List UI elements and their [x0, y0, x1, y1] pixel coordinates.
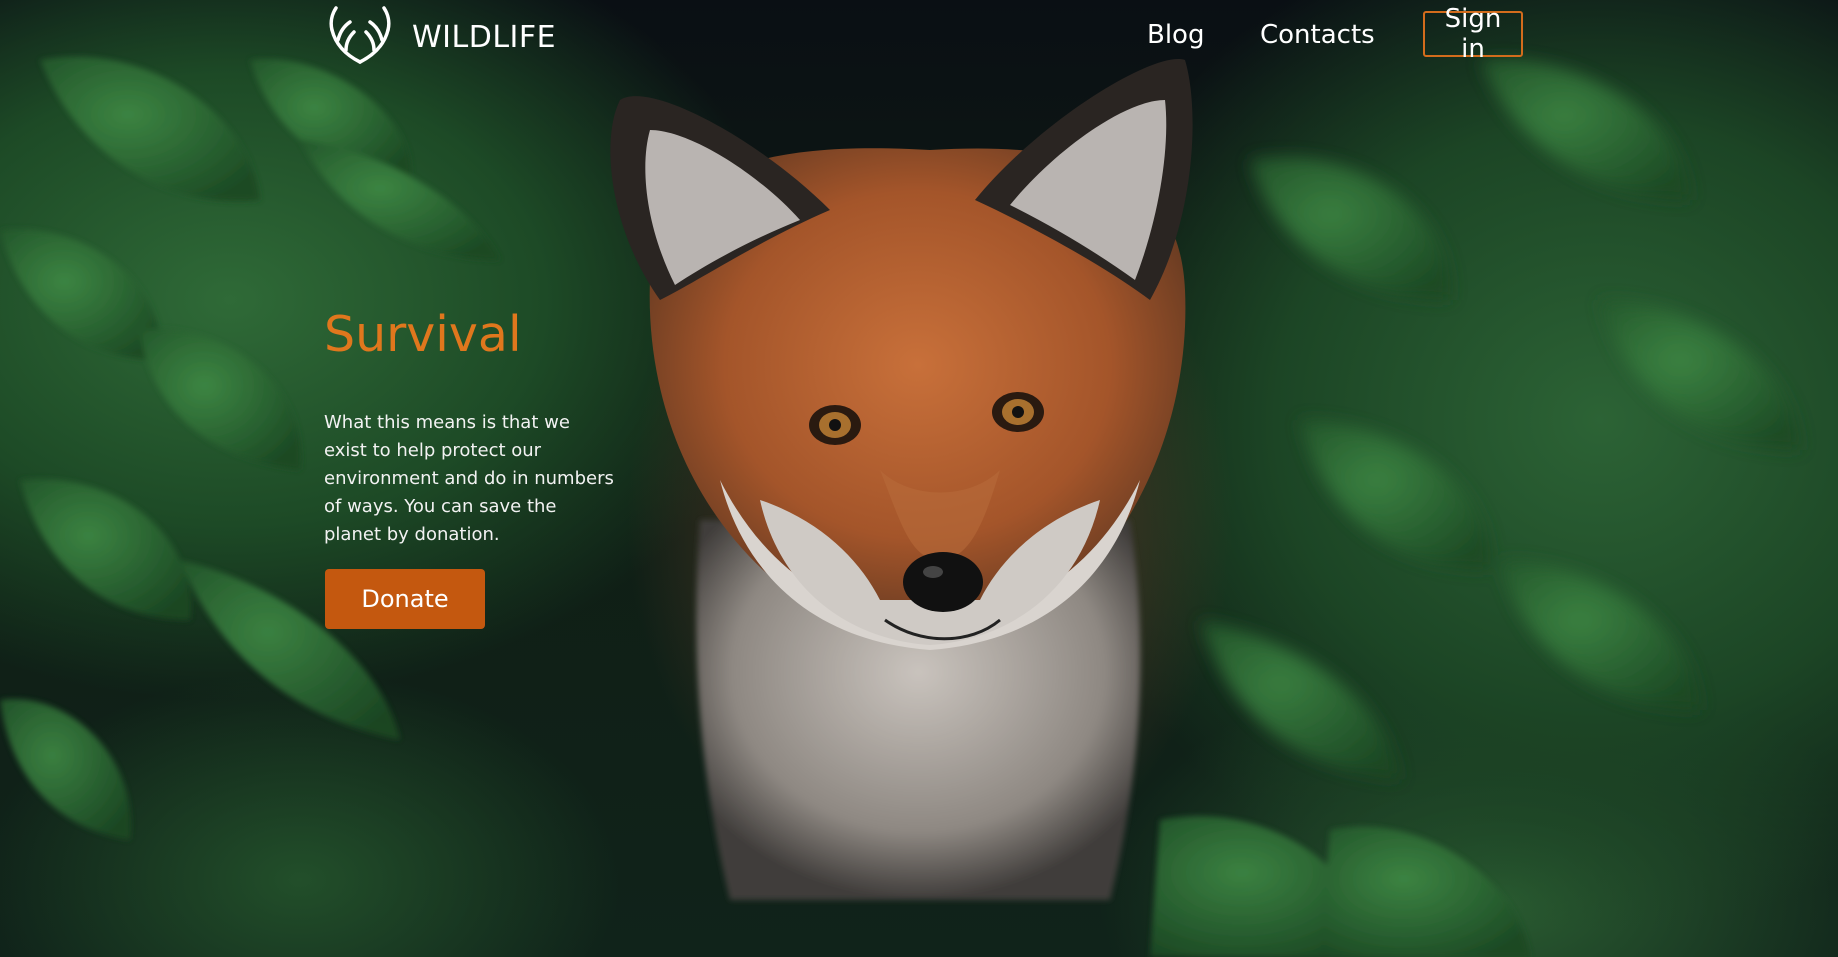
sign-in-button[interactable]: Sign in [1423, 4, 1523, 64]
foliage-bottom-right [1150, 816, 1530, 957]
hero-background-image [0, 56, 1800, 957]
nav-link-blog[interactable]: Blog [1147, 20, 1204, 50]
hero-section: WILDLIFE Blog Contacts Sign in Survival … [0, 0, 1838, 957]
hero-heading: Survival [324, 306, 522, 363]
brand-name: WILDLIFE [412, 19, 557, 55]
antlers-icon [329, 6, 391, 64]
foliage-right [1200, 59, 1800, 780]
nav-link-contacts[interactable]: Contacts [1260, 20, 1375, 50]
fox-illustration [610, 59, 1193, 900]
donate-button[interactable]: Donate [325, 569, 485, 629]
brand-logo[interactable]: WILDLIFE [324, 6, 556, 68]
hero-description: What this means is that we exist to help… [324, 412, 614, 545]
